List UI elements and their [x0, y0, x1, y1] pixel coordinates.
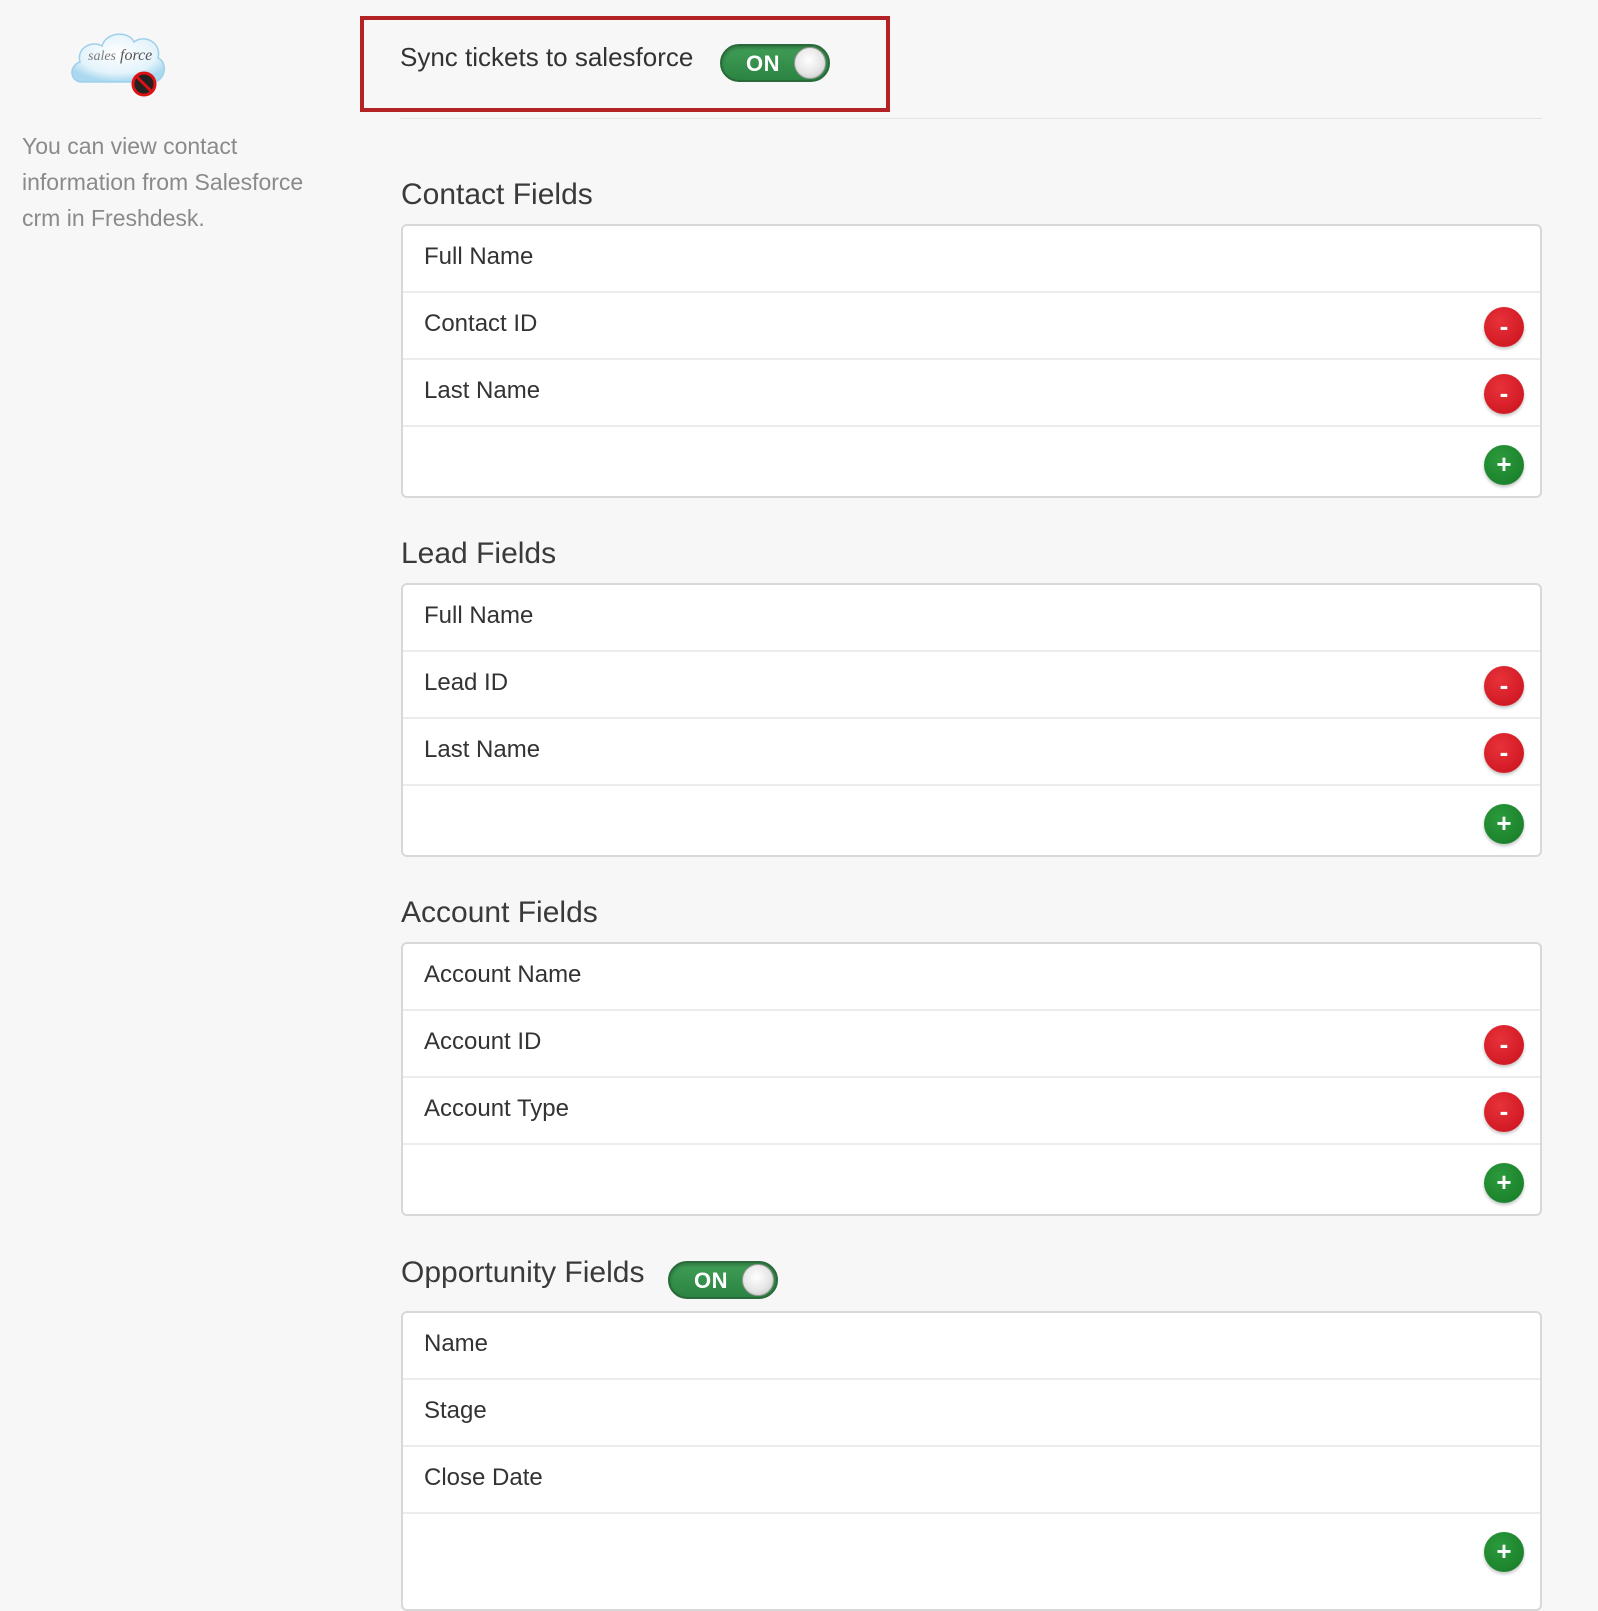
account-fields-title: Account Fields [401, 896, 598, 929]
add-field-row: + [403, 1145, 1540, 1212]
remove-field-button[interactable]: - [1484, 374, 1524, 414]
contact-fields-panel: Full Name Contact ID - Last Name - + [401, 224, 1542, 498]
field-row: Name [403, 1313, 1540, 1380]
field-row: Account Name [403, 944, 1540, 1011]
contact-fields-title: Contact Fields [401, 178, 593, 211]
field-row: Full Name [403, 585, 1540, 652]
add-field-button[interactable]: + [1484, 1532, 1524, 1572]
sync-tickets-label: Sync tickets to salesforce [400, 42, 694, 72]
field-row: Stage [403, 1380, 1540, 1447]
field-row: Last Name - [403, 719, 1540, 786]
remove-field-button[interactable]: - [1484, 733, 1524, 773]
field-label: Full Name [424, 243, 534, 270]
toggle-state-label: ON [694, 1268, 728, 1293]
field-label: Contact ID [424, 310, 538, 337]
lead-fields-panel: Full Name Lead ID - Last Name - + [401, 583, 1542, 857]
add-field-button[interactable]: + [1484, 1163, 1524, 1203]
field-label: Full Name [424, 602, 534, 629]
field-label: Last Name [424, 736, 541, 763]
field-row: Full Name [403, 226, 1540, 293]
field-row: Close Date [403, 1447, 1540, 1514]
opportunity-fields-panel: Name Stage Close Date + [401, 1311, 1542, 1611]
add-field-row: + [403, 786, 1540, 853]
opportunity-fields-toggle[interactable]: ON [668, 1261, 778, 1299]
add-field-button[interactable]: + [1484, 445, 1524, 485]
field-label: Account Name [424, 961, 582, 988]
field-row: Account Type - [403, 1078, 1540, 1145]
toggle-knob [794, 47, 826, 79]
field-label: Lead ID [424, 669, 509, 696]
toggle-knob [742, 1264, 774, 1296]
field-label: Name [424, 1330, 489, 1357]
field-label: Last Name [424, 377, 541, 404]
integration-description: You can view contact information from Sa… [22, 133, 304, 231]
remove-field-button[interactable]: - [1484, 666, 1524, 706]
field-label: Account ID [424, 1028, 542, 1055]
account-fields-panel: Account Name Account ID - Account Type -… [401, 942, 1542, 1216]
field-row: Last Name - [403, 360, 1540, 427]
field-row: Contact ID - [403, 293, 1540, 360]
add-field-row: + [403, 427, 1540, 494]
remove-field-button[interactable]: - [1484, 1092, 1524, 1132]
svg-text:force: force [120, 47, 152, 64]
add-field-row: + [403, 1514, 1540, 1581]
field-row: Lead ID - [403, 652, 1540, 719]
salesforce-logo: sales force [68, 22, 168, 100]
sync-tickets-toggle[interactable]: ON [720, 44, 830, 82]
opportunity-fields-title: Opportunity Fields [401, 1256, 645, 1289]
add-field-button[interactable]: + [1484, 804, 1524, 844]
remove-field-button[interactable]: - [1484, 307, 1524, 347]
field-label: Stage [424, 1397, 487, 1424]
field-label: Close Date [424, 1464, 543, 1491]
toggle-state-label: ON [746, 51, 780, 76]
field-row: Account ID - [403, 1011, 1540, 1078]
svg-text:sales: sales [88, 49, 117, 64]
remove-field-button[interactable]: - [1484, 1025, 1524, 1065]
lead-fields-title: Lead Fields [401, 537, 557, 570]
header-divider [400, 118, 1542, 119]
field-label: Account Type [424, 1095, 569, 1122]
salesforce-cloud-icon: sales force [71, 33, 165, 97]
